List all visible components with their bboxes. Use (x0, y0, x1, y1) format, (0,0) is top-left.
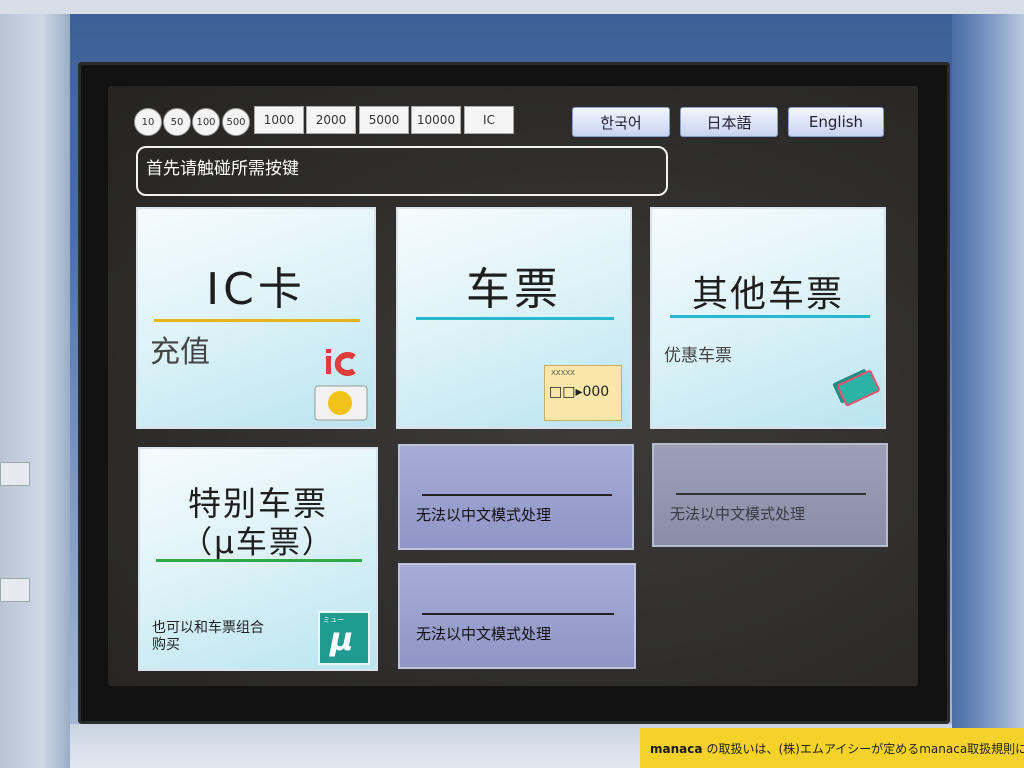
ticket-rule (416, 317, 614, 320)
other-tickets-subtitle: 优惠车票 (664, 346, 732, 366)
coin-500-indicator: 500 (222, 108, 250, 136)
ic-indicator: IC (464, 106, 514, 134)
coin-100-indicator: 100 (192, 108, 220, 136)
machine-housing-top (0, 0, 1024, 14)
language-english-button[interactable]: English (788, 107, 884, 137)
ic-card-subtitle: 充值 (150, 335, 210, 370)
coin-50-indicator: 50 (163, 108, 191, 136)
special-ticket-button[interactable]: 特别车票 （μ车票） 也可以和车票组合 购买 ミュー μ (138, 447, 378, 671)
manaca-brand: manaca (650, 742, 703, 756)
note-2000-indicator: 2000 (306, 106, 356, 134)
other-tickets-button[interactable]: 其他车票 优惠车票 (650, 207, 886, 429)
ticket-button[interactable]: 车票 XXXXX □□▸000 (396, 207, 632, 429)
special-ticket-rule (156, 559, 362, 562)
mu-logo-mark: μ (330, 620, 354, 658)
unavailable-label: 无法以中文模式处理 (670, 505, 806, 523)
machine-housing-right (952, 14, 1024, 768)
coupon-ticket-icon (832, 369, 880, 407)
special-ticket-title-sub: （μ车票） (181, 525, 335, 561)
side-sticker (0, 462, 30, 486)
note-10000-indicator: 10000 (411, 106, 461, 134)
mu-logo-icon: ミュー μ (318, 611, 370, 665)
ic-card-charge-button[interactable]: IC卡 充值 (136, 207, 376, 429)
language-japanese-button[interactable]: 日本語 (680, 107, 778, 137)
language-korean-button[interactable]: 한국어 (572, 107, 670, 137)
ticket-icon-code: XXXXX (551, 369, 575, 377)
unavailable-label: 无法以中文模式处理 (416, 625, 552, 643)
unavailable-rule (422, 613, 614, 615)
manaca-notice: manacaの取扱いは、(株)エムアイシーが定めるmanaca取扱規則によります (640, 728, 1024, 768)
notice-text: の取扱いは、(株)エムアイシーが定めるmanaca取扱規則によります (706, 742, 1024, 756)
special-ticket-desc-2: 购买 (152, 637, 180, 653)
coin-10-indicator: 10 (134, 108, 162, 136)
ic-card-rule (154, 319, 360, 322)
other-tickets-title: 其他车票 (691, 274, 844, 315)
unavailable-label: 无法以中文模式处理 (416, 506, 552, 524)
ic-card-icon (314, 385, 368, 421)
note-1000-indicator: 1000 (254, 106, 304, 134)
unavailable-button-3[interactable]: 无法以中文模式处理 (398, 563, 636, 669)
unavailable-rule (676, 493, 866, 495)
ticket-title: 车票 (466, 264, 562, 315)
ticket-icon: XXXXX □□▸000 (544, 365, 622, 421)
machine-housing-left (0, 14, 70, 768)
ic-card-title: IC卡 (206, 264, 306, 315)
note-5000-indicator: 5000 (359, 106, 409, 134)
other-tickets-rule (670, 315, 870, 318)
unavailable-rule (422, 494, 612, 496)
unavailable-button-2[interactable]: 无法以中文模式处理 (652, 443, 888, 547)
ic-logo-icon (326, 349, 356, 376)
ticket-icon-text: □□▸000 (549, 384, 610, 400)
side-sticker (0, 578, 30, 602)
instruction-message: 首先请触碰所需按键 (136, 146, 668, 196)
unavailable-button-1[interactable]: 无法以中文模式处理 (398, 444, 634, 550)
